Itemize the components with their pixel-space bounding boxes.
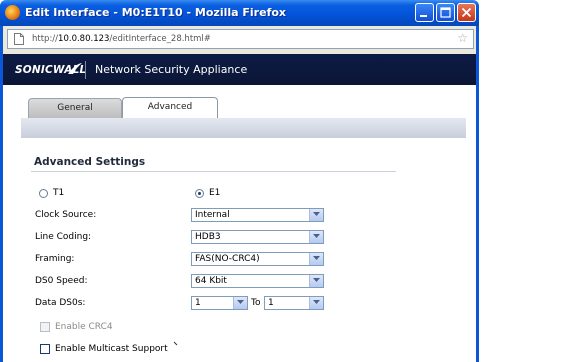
radio-e1-label: E1 xyxy=(209,188,221,198)
tab-strip xyxy=(21,118,466,138)
enable-crc4-checkbox[interactable] xyxy=(40,322,50,332)
chevron-down-icon xyxy=(309,275,323,287)
radio-t1[interactable] xyxy=(39,189,48,198)
chevron-down-icon xyxy=(309,231,323,243)
page-content: SONICWALL Network Security Appliance Gen… xyxy=(0,54,479,362)
ds0-speed-value: 64 Kbit xyxy=(195,276,227,286)
title-bar[interactable]: Edit Interface - M0:E1T10 - Mozilla Fire… xyxy=(0,0,479,26)
data-ds0s-from-select[interactable]: 1 xyxy=(191,296,248,310)
help-marker-icon xyxy=(173,341,178,346)
maximize-icon xyxy=(440,7,451,18)
chevron-down-icon xyxy=(309,297,323,309)
tab-advanced[interactable]: Advanced xyxy=(122,97,218,118)
line-coding-label: Line Coding: xyxy=(35,232,92,242)
url-field[interactable]: http://10.0.80.123/editInterface_28.html… xyxy=(7,29,474,49)
product-name: Network Security Appliance xyxy=(95,63,248,76)
framing-value: FAS(NO-CRC4) xyxy=(195,254,260,264)
header-banner: SONICWALL Network Security Appliance xyxy=(3,54,476,85)
data-ds0s-from-value: 1 xyxy=(195,298,201,308)
radio-e1[interactable] xyxy=(195,189,204,198)
section-divider xyxy=(31,171,396,172)
chevron-down-icon xyxy=(233,297,247,309)
enable-multicast-checkbox[interactable] xyxy=(40,344,50,354)
browser-window: Edit Interface - M0:E1T10 - Mozilla Fire… xyxy=(0,0,479,362)
clock-source-value: Internal xyxy=(195,210,230,220)
data-ds0s-label: Data DS0s: xyxy=(35,298,86,308)
radio-t1-label: T1 xyxy=(53,188,65,198)
close-icon xyxy=(461,7,472,18)
ds0-speed-label: DS0 Speed: xyxy=(35,276,88,286)
ds0-speed-select[interactable]: 64 Kbit xyxy=(191,274,324,288)
close-button[interactable] xyxy=(457,3,476,22)
clock-source-label: Clock Source: xyxy=(35,210,97,220)
logo-swoosh-icon xyxy=(68,63,82,74)
data-ds0s-to-label: To xyxy=(251,298,261,308)
minimize-icon xyxy=(420,15,427,17)
tab-general[interactable]: General xyxy=(28,98,122,118)
minimize-button[interactable] xyxy=(415,3,434,22)
enable-multicast-label: Enable Multicast Support xyxy=(55,344,168,354)
url-text: http://10.0.80.123/editInterface_28.html… xyxy=(32,34,211,44)
clock-source-select[interactable]: Internal xyxy=(191,208,324,222)
data-ds0s-to-select[interactable]: 1 xyxy=(264,296,324,310)
chevron-down-icon xyxy=(309,209,323,221)
banner-divider xyxy=(85,61,86,79)
data-ds0s-to-value: 1 xyxy=(268,298,274,308)
line-coding-value: HDB3 xyxy=(195,232,221,242)
section-title: Advanced Settings xyxy=(34,156,146,168)
window-title: Edit Interface - M0:E1T10 - Mozilla Fire… xyxy=(25,6,287,19)
bookmark-star-icon[interactable]: ☆ xyxy=(457,31,468,45)
firefox-icon xyxy=(5,5,20,20)
address-bar: http://10.0.80.123/editInterface_28.html… xyxy=(0,26,479,54)
framing-select[interactable]: FAS(NO-CRC4) xyxy=(191,252,324,266)
framing-label: Framing: xyxy=(35,254,75,264)
maximize-button[interactable] xyxy=(436,3,455,22)
line-coding-select[interactable]: HDB3 xyxy=(191,230,324,244)
chevron-down-icon xyxy=(309,253,323,265)
page-icon xyxy=(14,33,24,45)
enable-crc4-label: Enable CRC4 xyxy=(55,322,113,332)
